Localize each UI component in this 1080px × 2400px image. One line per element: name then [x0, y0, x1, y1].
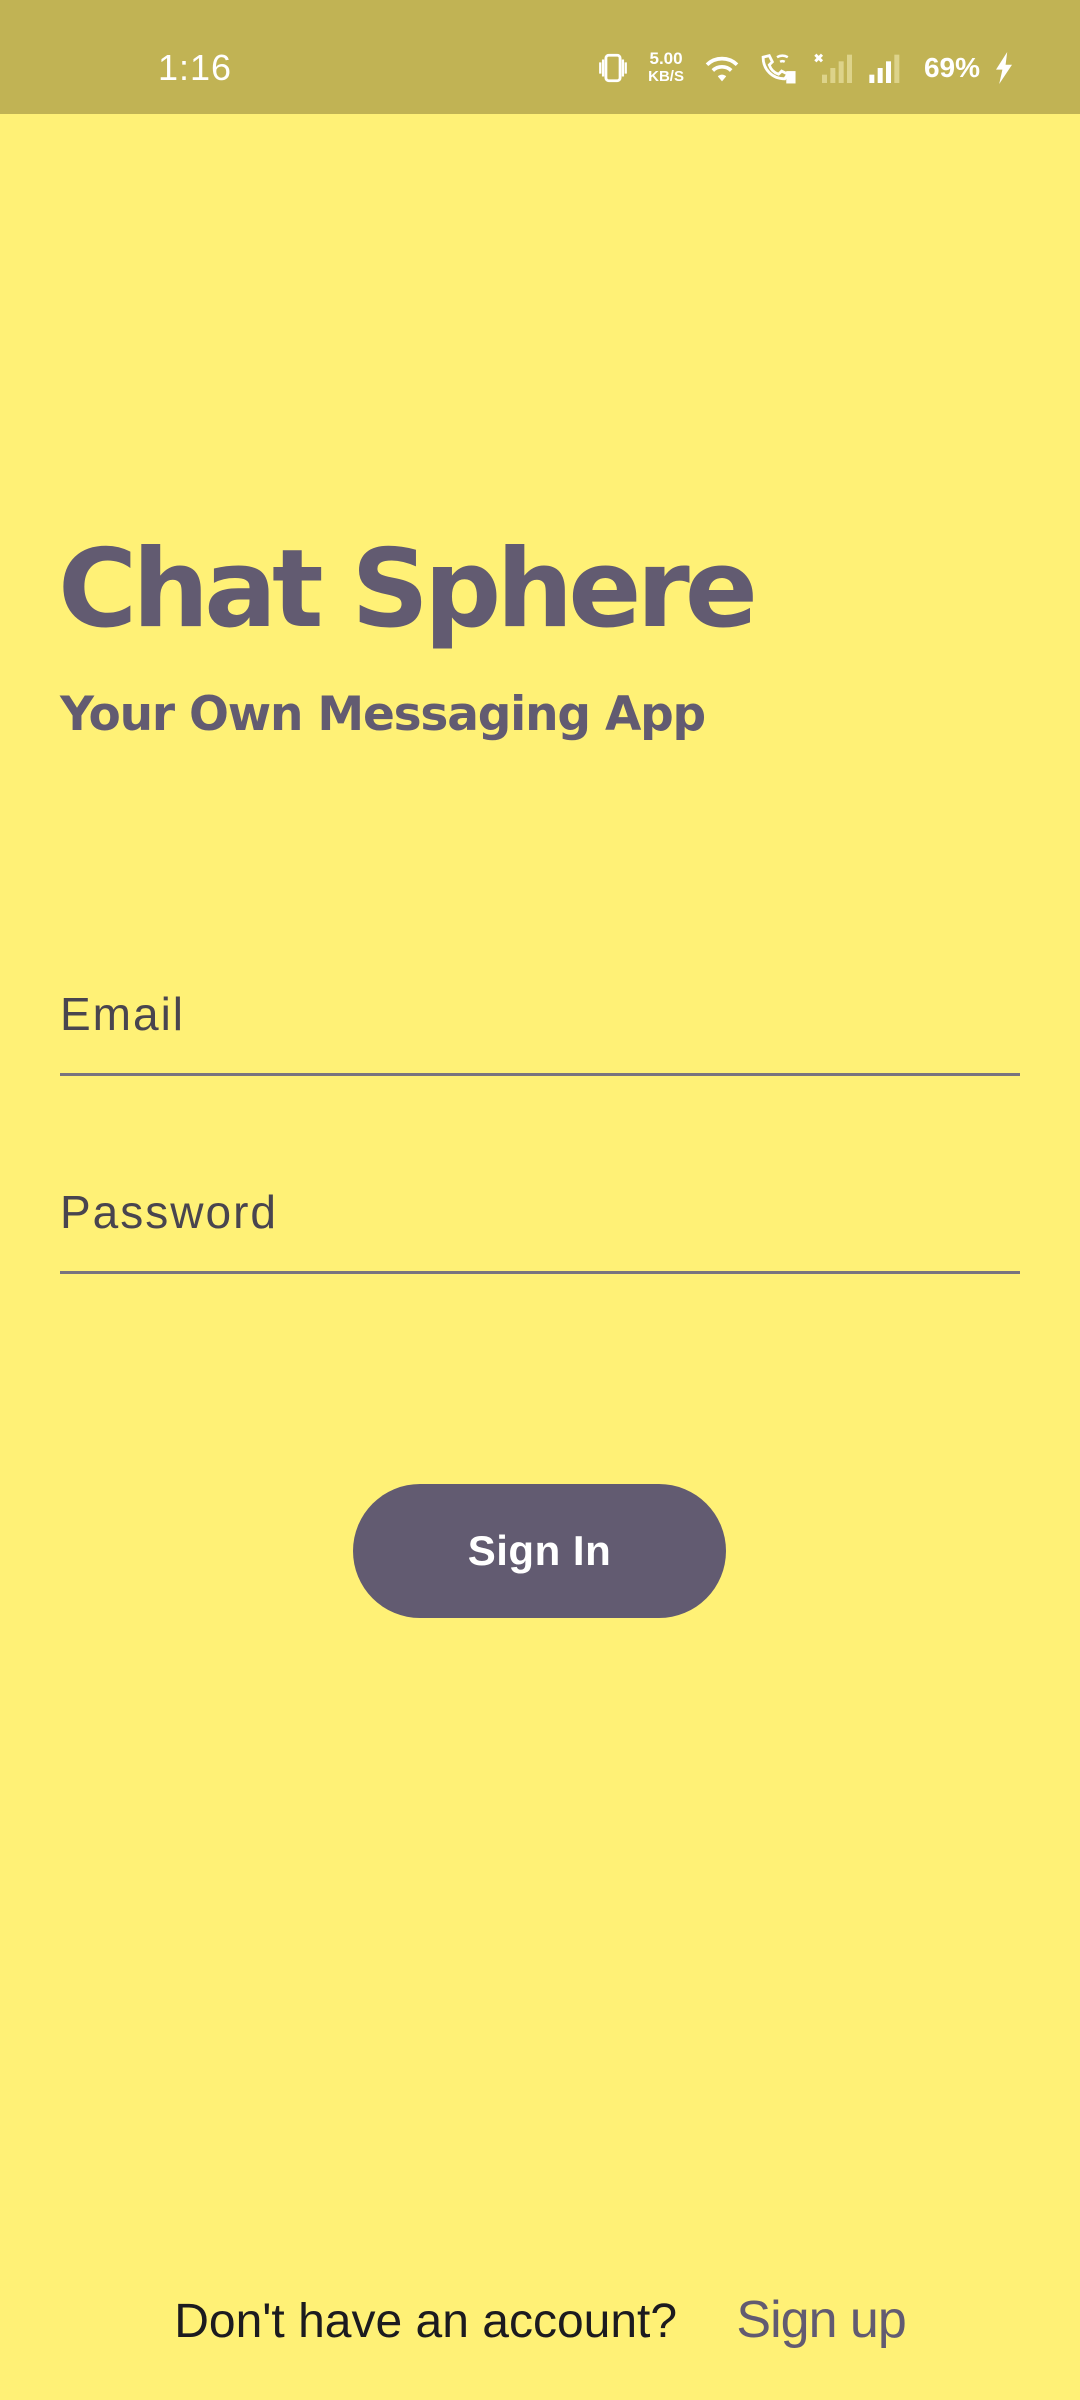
app-title: Chat Sphere [58, 527, 758, 652]
email-field[interactable] [60, 955, 1020, 1073]
signal-icon [866, 51, 906, 85]
network-speed-value: 5.00 [649, 49, 683, 68]
password-field[interactable] [60, 1153, 1020, 1271]
sign-up-link[interactable]: Sign up [736, 2291, 906, 2349]
status-bar: 1:16 5.00 KB/S 69% [0, 0, 1080, 114]
email-field-container [60, 955, 1020, 1076]
sign-up-prompt-row: Don't have an account? Sign up [0, 2290, 1080, 2352]
sign-in-button[interactable]: Sign In [353, 1484, 726, 1618]
network-speed: 5.00 KB/S [648, 50, 684, 86]
network-speed-unit: KB/S [648, 68, 684, 85]
status-time: 1:16 [158, 47, 233, 88]
no-signal-icon [812, 51, 852, 85]
wifi-icon [702, 51, 742, 85]
sign-up-prompt: Don't have an account? [174, 2295, 678, 2348]
battery-percent: 69% [923, 52, 980, 83]
app-subtitle: Your Own Messaging App [60, 687, 706, 742]
vibrate-icon [596, 51, 630, 85]
password-field-container [60, 1153, 1020, 1274]
status-icons: 5.00 KB/S 69% [596, 44, 1014, 92]
charging-icon [994, 52, 1014, 84]
wifi-calling-icon [756, 51, 798, 85]
